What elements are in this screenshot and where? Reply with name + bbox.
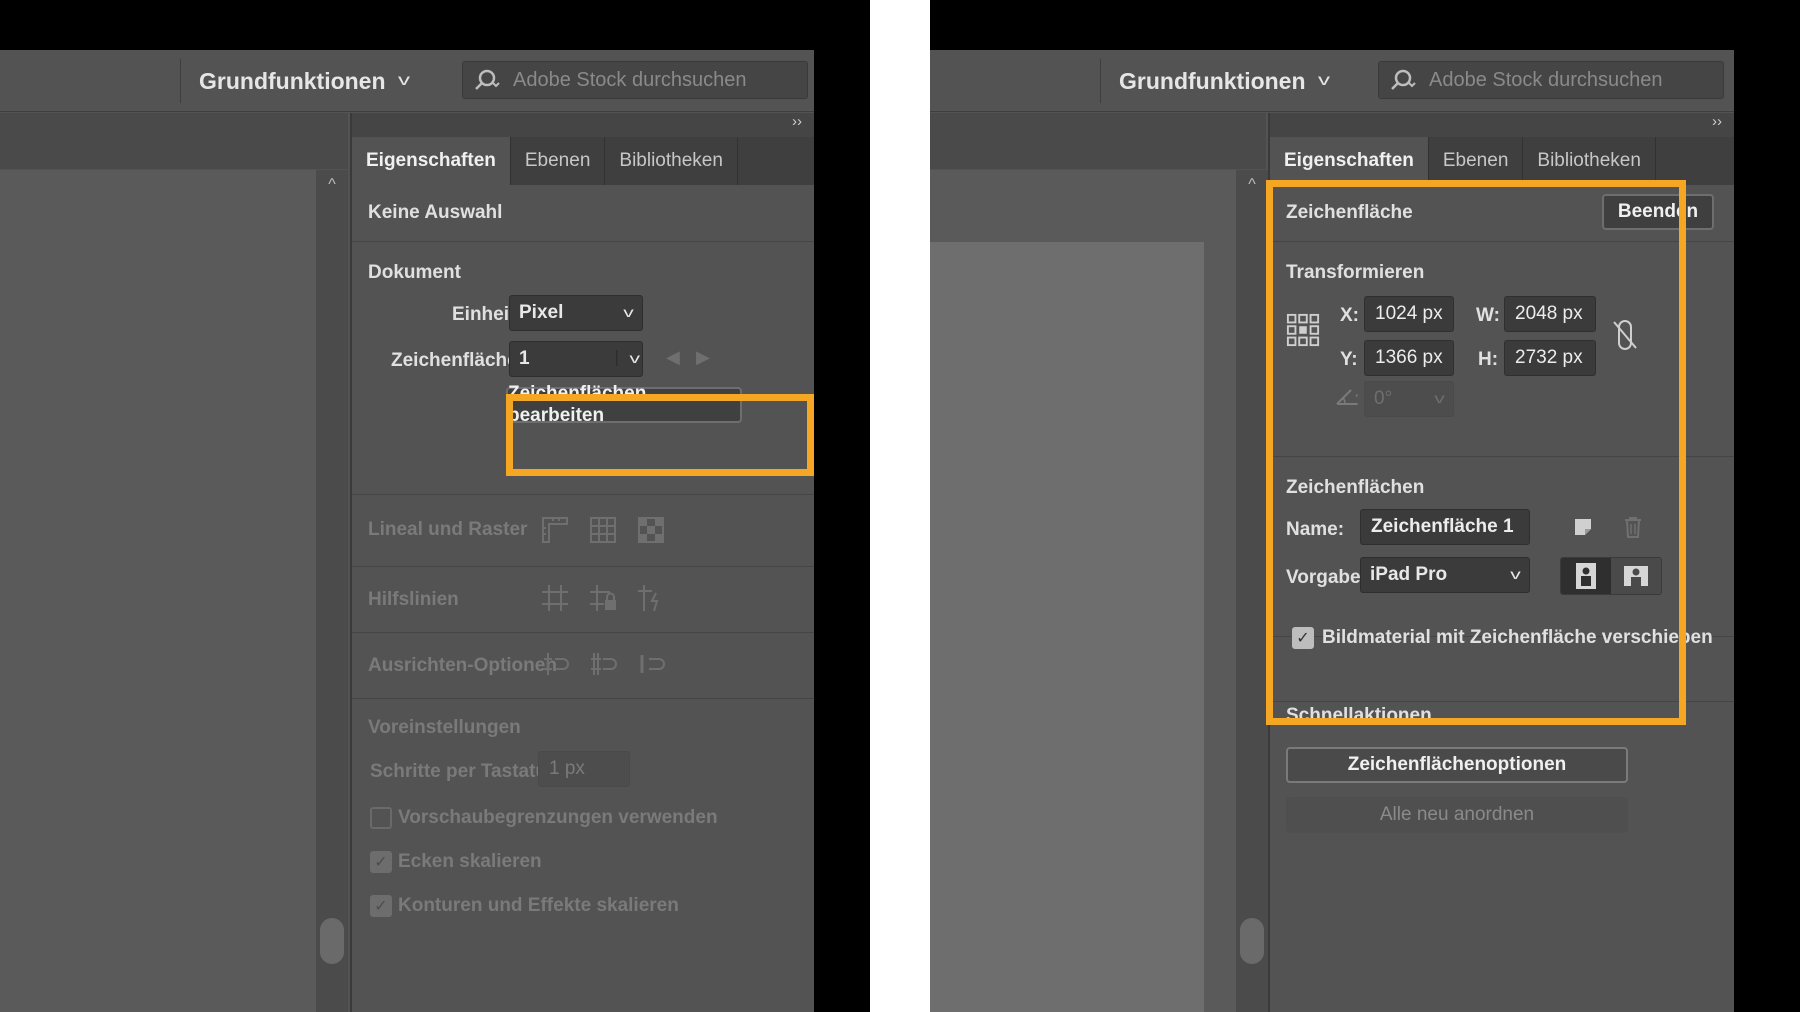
canvas-tabbar: [930, 113, 1266, 169]
tab-bibliotheken[interactable]: Bibliotheken: [1523, 137, 1656, 185]
highlight-frame: [506, 394, 814, 476]
scroll-up-arrow-icon[interactable]: ^: [1236, 176, 1268, 194]
snap-to-glyph-icon[interactable]: [634, 647, 668, 681]
scroll-up-arrow-icon[interactable]: ^: [316, 176, 348, 194]
workspace-switcher[interactable]: Grundfunktionen v: [180, 59, 410, 103]
rearrange-all-button[interactable]: Alle neu anordnen: [1286, 797, 1628, 833]
unit-value: Pixel: [519, 302, 564, 323]
properties-panel: ›› Eigenschaften Ebenen Bibliotheken Kei…: [350, 113, 814, 1012]
top-bar: Grundfunktionen v Adobe Stock durchsuche…: [930, 50, 1734, 112]
chevron-down-icon: v: [1317, 72, 1330, 89]
collapse-panel-icon[interactable]: ››: [352, 113, 814, 137]
keyboard-step-label: Schritte per Tastatur:: [370, 761, 561, 782]
preferences-title: Voreinstellungen: [368, 717, 521, 738]
scale-corners-checkbox[interactable]: ✓: [370, 851, 392, 873]
align-options-section: Ausrichten-Optionen: [352, 633, 814, 699]
left-screenshot: Grundfunktionen v Adobe Stock durchsuche…: [0, 0, 870, 1012]
guides-section: Hilfslinien: [352, 567, 814, 633]
snap-to-point-icon[interactable]: [538, 647, 572, 681]
search-icon: [475, 69, 500, 90]
illustrator-window: Grundfunktionen v Adobe Stock durchsuche…: [0, 50, 814, 1012]
tab-bibliotheken[interactable]: Bibliotheken: [605, 137, 738, 185]
preview-bounds-label: Vorschaubegrenzungen verwenden: [398, 807, 718, 828]
quick-actions-section: Schnellaktionen Zeichenflächenoptionen A…: [1270, 683, 1734, 983]
artboard-label: Zeichenfläche:: [391, 350, 525, 371]
document-title: Dokument: [368, 262, 461, 283]
prev-artboard-icon[interactable]: ◀: [666, 347, 680, 368]
scale-strokes-checkbox[interactable]: ✓: [370, 895, 392, 917]
workspace-switcher[interactable]: Grundfunktionen v: [1100, 59, 1330, 103]
scale-strokes-label: Konturen und Effekte skalieren: [398, 895, 679, 916]
grid-icon[interactable]: [586, 513, 620, 547]
next-artboard-icon[interactable]: ▶: [696, 347, 710, 368]
search-icon: [1391, 69, 1416, 90]
canvas-tabbar: [0, 113, 348, 169]
scale-corners-label: Ecken skalieren: [398, 851, 542, 872]
vertical-scrollbar[interactable]: ^: [1236, 170, 1268, 1012]
panel-tabs: Eigenschaften Ebenen Bibliotheken: [352, 137, 814, 185]
stock-search-field[interactable]: Adobe Stock durchsuchen: [462, 61, 808, 99]
tab-eigenschaften[interactable]: Eigenschaften: [1270, 137, 1429, 185]
artboard[interactable]: [930, 242, 1204, 1012]
scroll-thumb[interactable]: [320, 918, 344, 964]
collapse-panel-icon[interactable]: ››: [1270, 113, 1734, 137]
snap-to-pixel-icon[interactable]: [586, 647, 620, 681]
chevron-down-icon: v: [616, 350, 640, 366]
chevron-down-icon: v: [623, 304, 634, 320]
ruler-grid-section: Lineal und Raster: [352, 495, 814, 567]
transparency-grid-icon[interactable]: [634, 513, 668, 547]
stock-search-field[interactable]: Adobe Stock durchsuchen: [1378, 61, 1724, 99]
canvas[interactable]: [930, 170, 1236, 1012]
unit-dropdown[interactable]: Pixel v: [509, 295, 643, 331]
preferences-section: Voreinstellungen Schritte per Tastatur: …: [352, 699, 814, 999]
tab-ebenen[interactable]: Ebenen: [511, 137, 606, 185]
artboard-value: 1: [519, 348, 530, 369]
workspace-label: Grundfunktionen: [1119, 67, 1306, 94]
tab-ebenen[interactable]: Ebenen: [1429, 137, 1524, 185]
canvas[interactable]: [0, 170, 316, 1012]
smart-guides-icon[interactable]: [634, 581, 668, 615]
panel-tabs: Eigenschaften Ebenen Bibliotheken: [1270, 137, 1734, 185]
selection-title: Keine Auswahl: [368, 202, 503, 223]
align-options-label: Ausrichten-Optionen: [368, 655, 557, 676]
guides-label: Hilfslinien: [368, 589, 459, 610]
selection-section: Keine Auswahl: [352, 185, 814, 242]
ruler-grid-label: Lineal und Raster: [368, 519, 528, 540]
search-placeholder: Adobe Stock durchsuchen: [513, 68, 747, 91]
right-screenshot: Grundfunktionen v Adobe Stock durchsuche…: [930, 0, 1800, 1012]
top-bar: Grundfunktionen v Adobe Stock durchsuche…: [0, 50, 814, 112]
guides-icon[interactable]: [538, 581, 572, 615]
workspace-label: Grundfunktionen: [199, 67, 386, 94]
highlight-frame: [1266, 180, 1686, 725]
preview-bounds-checkbox[interactable]: [370, 807, 392, 829]
keyboard-step-input[interactable]: 1 px: [538, 751, 630, 787]
lock-guides-icon[interactable]: [586, 581, 620, 615]
search-placeholder: Adobe Stock durchsuchen: [1429, 68, 1663, 91]
scroll-thumb[interactable]: [1240, 918, 1264, 964]
chevron-down-icon: v: [397, 72, 410, 89]
tab-eigenschaften[interactable]: Eigenschaften: [352, 137, 511, 185]
artboard-dropdown[interactable]: 1 v: [509, 341, 643, 377]
ruler-icon[interactable]: [538, 513, 572, 547]
artboard-options-button[interactable]: Zeichenflächenoptionen: [1286, 747, 1628, 783]
vertical-scrollbar[interactable]: ^: [316, 170, 348, 1012]
